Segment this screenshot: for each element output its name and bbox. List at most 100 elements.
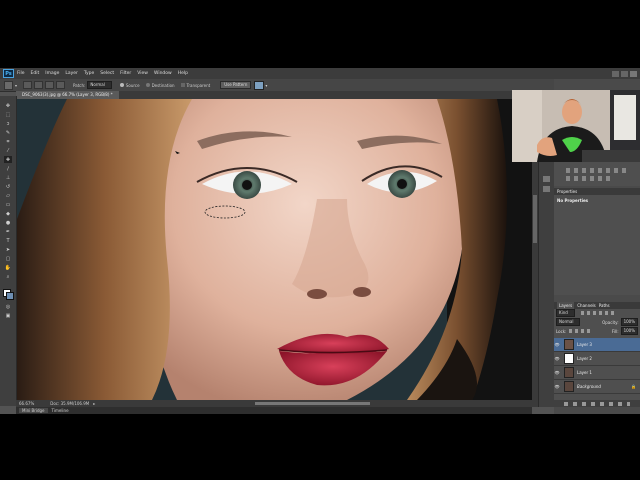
adjustments-panel-icon[interactable]	[543, 186, 550, 192]
eyedropper-tool-icon[interactable]: ⁄	[4, 147, 12, 154]
destination-option[interactable]: Destination	[145, 83, 175, 88]
zoom-level[interactable]: 66.67%	[19, 401, 34, 406]
lock-icons[interactable]	[569, 329, 592, 333]
layer-thumbnail	[564, 381, 574, 392]
document-tab[interactable]: DSC_9063(3).jpg @ 66.7% (Layer 3, RGB/8)…	[16, 91, 119, 99]
image-canvas[interactable]	[17, 99, 532, 400]
hand-tool-icon[interactable]: ✋	[4, 264, 12, 271]
visibility-eye-icon[interactable]: 👁	[554, 370, 560, 375]
screen-mode-icon[interactable]: ▣	[4, 312, 12, 319]
layers-footer	[554, 400, 640, 407]
eraser-tool-icon[interactable]: ▱	[4, 192, 12, 199]
transparent-label: Transparent	[186, 82, 211, 88]
gradient-tool-icon[interactable]: ▭	[4, 201, 12, 208]
tab-mini-bridge[interactable]: Mini Bridge	[19, 408, 48, 413]
maximize-icon[interactable]	[621, 70, 628, 77]
tab-paths[interactable]: Paths	[599, 302, 610, 309]
patch-mode-select[interactable]: Normal	[87, 81, 112, 89]
zoom-tool-icon[interactable]: ⌕	[4, 273, 12, 280]
bottom-panel-tabs: Mini Bridge Timeline	[16, 407, 532, 414]
menu-edit[interactable]: Edit	[28, 71, 43, 76]
layer-row-background[interactable]: 👁 Background 🔒	[554, 380, 640, 394]
properties-panel-header: Properties	[554, 188, 640, 195]
clone-stamp-tool-icon[interactable]: ⊥	[4, 174, 12, 181]
canvas-vertical-scroll-thumb[interactable]	[533, 195, 537, 243]
menu-image[interactable]: Image	[42, 71, 62, 76]
tool-preset-dropdown-icon[interactable]: ▾	[15, 83, 17, 88]
layer-name[interactable]: Layer 3	[577, 342, 592, 347]
blur-tool-icon[interactable]: ◆	[4, 210, 12, 217]
subtract-selection-icon[interactable]	[45, 81, 55, 89]
layer-row-layer-1[interactable]: 👁 Layer 1	[554, 366, 640, 380]
properties-tab[interactable]: Properties	[557, 189, 577, 194]
layer-row-layer-2[interactable]: 👁 Layer 2	[554, 352, 640, 366]
pattern-dropdown-icon[interactable]: ▾	[265, 83, 267, 88]
brush-tool-icon[interactable]: ∕	[4, 165, 12, 172]
tab-layers[interactable]: Layers	[557, 302, 575, 309]
layer-row-layer-3[interactable]: 👁 Layer 3	[554, 338, 640, 352]
new-selection-icon[interactable]	[23, 81, 33, 89]
use-pattern-button[interactable]: Use Pattern	[220, 81, 252, 89]
crop-tool-icon[interactable]: ⌗	[4, 138, 12, 145]
opacity-input[interactable]: 100%	[620, 318, 638, 326]
move-tool-icon[interactable]: ✥	[4, 102, 12, 109]
menu-layer[interactable]: Layer	[62, 71, 81, 76]
menu-filter[interactable]: Filter	[117, 71, 134, 76]
fill-label: Fill:	[611, 328, 619, 334]
transparent-checkbox[interactable]	[180, 83, 185, 87]
quick-select-tool-icon[interactable]: ✎	[4, 129, 12, 136]
menu-help[interactable]: Help	[175, 71, 191, 76]
filter-icons[interactable]	[580, 311, 617, 315]
canvas-horizontal-scroll-thumb[interactable]	[255, 402, 370, 405]
pattern-swatch-icon[interactable]	[254, 80, 265, 90]
history-brush-tool-icon[interactable]: ↺	[4, 183, 12, 190]
shape-tool-icon[interactable]: ▢	[4, 255, 12, 262]
intersect-selection-icon[interactable]	[56, 81, 66, 89]
tab-channels[interactable]: Channels	[577, 302, 596, 309]
menu-type[interactable]: Type	[81, 71, 97, 76]
instructor-video	[512, 90, 640, 162]
layer-name[interactable]: Layer 2	[577, 356, 592, 361]
add-selection-icon[interactable]	[34, 81, 44, 89]
layer-action-icons[interactable]	[564, 402, 630, 406]
lasso-tool-icon[interactable]: ↄ	[4, 120, 12, 127]
opacity-label: Opacity:	[602, 319, 619, 325]
history-panel-icon[interactable]	[543, 176, 550, 182]
blend-opacity-row: Normal Opacity: 100%	[556, 318, 638, 326]
path-select-tool-icon[interactable]: ➤	[4, 246, 12, 253]
layer-kind-select[interactable]: Kind	[556, 309, 575, 317]
visibility-eye-icon[interactable]: 👁	[554, 342, 560, 347]
menu-bar: Ps File Edit Image Layer Type Select Fil…	[0, 68, 640, 79]
fill-input[interactable]: 100%	[620, 327, 638, 335]
visibility-eye-icon[interactable]: 👁	[554, 384, 560, 389]
menu-view[interactable]: View	[134, 71, 151, 76]
source-label: Source	[125, 82, 140, 88]
source-option[interactable]: Source	[119, 82, 140, 88]
layer-name[interactable]: Layer 1	[577, 370, 592, 375]
type-tool-icon[interactable]: T	[4, 237, 12, 244]
marquee-tool-icon[interactable]: ⬚	[4, 111, 12, 118]
adjustment-icons-row	[566, 168, 626, 173]
menu-window[interactable]: Window	[151, 71, 175, 76]
tab-timeline[interactable]: Timeline	[52, 408, 69, 413]
background-color-swatch[interactable]	[6, 292, 14, 300]
source-radio[interactable]	[119, 83, 124, 87]
blend-mode-select[interactable]: Normal	[556, 318, 581, 326]
menu-select[interactable]: Select	[97, 71, 117, 76]
document-size: Doc: 35.9M/106.9M	[50, 401, 90, 406]
transparent-option[interactable]: Transparent	[180, 82, 211, 88]
destination-radio[interactable]	[145, 83, 150, 87]
patch-tool-icon[interactable]: ✚	[4, 156, 12, 163]
menu-file[interactable]: File	[14, 71, 28, 76]
webcam-overlay	[512, 90, 640, 162]
minimize-icon[interactable]	[612, 70, 619, 77]
dodge-tool-icon[interactable]: ●	[4, 219, 12, 226]
close-icon[interactable]	[630, 70, 637, 77]
status-menu-icon[interactable]: ▸	[93, 401, 95, 406]
patch-tool-icon[interactable]	[4, 80, 13, 90]
layer-filter-row: Kind	[556, 309, 638, 317]
quick-mask-icon[interactable]: ◎	[4, 303, 12, 310]
layer-name[interactable]: Background	[577, 384, 601, 389]
visibility-eye-icon[interactable]: 👁	[554, 356, 560, 361]
pen-tool-icon[interactable]: ✒	[4, 228, 12, 235]
